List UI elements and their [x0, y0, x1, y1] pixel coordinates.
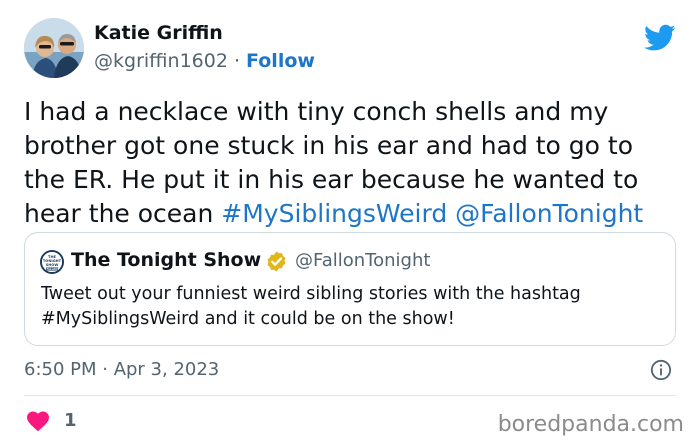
- follow-button[interactable]: Follow: [246, 50, 315, 72]
- gold-verified-badge-icon: [267, 251, 286, 272]
- quoted-author-name[interactable]: The Tonight Show: [71, 249, 261, 271]
- quoted-tweet-text: Tweet out your funniest weird sibling st…: [41, 284, 581, 329]
- author-handle-row: @kgriffin1602 · Follow: [94, 50, 315, 72]
- mention-link[interactable]: @FallonTonight: [455, 199, 643, 228]
- quoted-tweet-card[interactable]: THE TONIGHT SHOW FALLON The Tonight Show…: [24, 232, 676, 346]
- heart-icon[interactable]: [26, 410, 50, 432]
- tonight-show-logo[interactable]: THE TONIGHT SHOW FALLON: [40, 250, 64, 274]
- author-handle[interactable]: @kgriffin1602: [94, 50, 228, 72]
- svg-text:SHOW: SHOW: [46, 263, 59, 267]
- twitter-bird-icon[interactable]: [644, 24, 676, 52]
- avatar[interactable]: [24, 18, 84, 78]
- tweet-body: I had a necklace with tiny conch shells …: [24, 95, 674, 231]
- like-count[interactable]: 1: [64, 410, 77, 431]
- tweet-header: Katie Griffin @kgriffin1602 · Follow: [24, 18, 684, 80]
- watermark: boredpanda.com: [497, 412, 684, 437]
- info-icon[interactable]: [650, 359, 672, 381]
- separator-dot: ·: [227, 50, 247, 72]
- divider: [24, 395, 676, 396]
- tweet-timestamp[interactable]: 6:50 PM · Apr 3, 2023: [24, 359, 219, 380]
- quoted-author-handle[interactable]: @FallonTonight: [295, 250, 430, 271]
- author-name[interactable]: Katie Griffin: [94, 22, 223, 44]
- svg-text:FALLON: FALLON: [46, 267, 57, 271]
- hashtag-link[interactable]: #MySiblingsWeird: [221, 199, 447, 228]
